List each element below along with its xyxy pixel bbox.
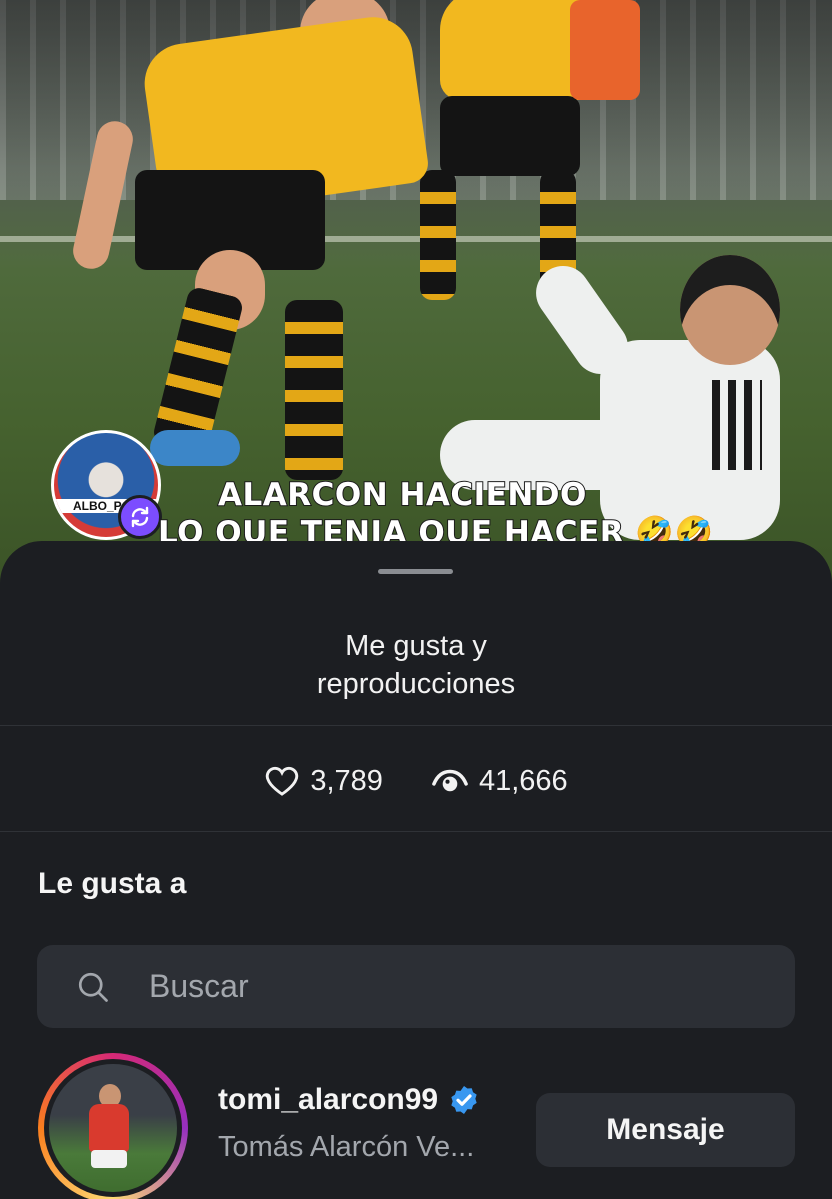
stats-row: 3,789 41,666 xyxy=(0,761,832,801)
likes-stat: 3,789 xyxy=(264,765,383,798)
background-player-shorts xyxy=(440,96,580,176)
liked-by-label: Le gusta a xyxy=(38,867,187,900)
heart-icon xyxy=(266,766,299,796)
username[interactable]: tomi_alarcon99 xyxy=(218,1083,438,1117)
user-full-name: Tomás Alarcón Ve... xyxy=(218,1131,475,1163)
verified-badge-icon xyxy=(451,1086,477,1114)
search-icon xyxy=(37,969,149,1005)
views-count: 41,666 xyxy=(478,764,568,797)
video-frame[interactable]: ALBO_POP ALARCON HACIENDO LO QUE TENIA Q… xyxy=(0,0,832,600)
background-player-leg xyxy=(420,170,456,300)
avatar xyxy=(49,1064,177,1192)
list-item[interactable]: tomi_alarcon99 Tomás Alarcón Ve... Mensa… xyxy=(0,1053,832,1199)
user-avatar-story-ring[interactable] xyxy=(38,1053,188,1199)
background-player-orange xyxy=(570,0,640,100)
divider-top xyxy=(0,725,832,726)
pitch-line xyxy=(0,236,832,242)
sliding-player-head xyxy=(680,255,780,365)
eye-icon xyxy=(432,769,468,792)
sheet-drag-handle[interactable] xyxy=(378,569,453,574)
sheet-title: Me gusta y reproducciones xyxy=(0,627,832,703)
player-boot xyxy=(150,430,240,466)
player-leg-2 xyxy=(285,300,343,480)
sliding-player-stripes xyxy=(712,380,762,470)
avatar-figure-shorts xyxy=(91,1150,127,1168)
username-line[interactable]: tomi_alarcon99 xyxy=(218,1083,480,1117)
divider-bottom xyxy=(0,831,832,832)
likes-count: 3,789 xyxy=(310,764,383,797)
search-bar[interactable] xyxy=(37,945,795,1028)
caption-line-1: ALARCON HACIENDO xyxy=(217,476,587,514)
likes-views-sheet: Me gusta y reproducciones 3,789 41,666 L… xyxy=(0,541,832,1199)
views-stat: 41,666 xyxy=(431,765,568,798)
avatar-figure-shirt xyxy=(89,1104,129,1152)
sheet-title-text: Me gusta y reproducciones xyxy=(316,630,516,700)
search-input[interactable] xyxy=(149,968,795,1005)
message-button[interactable]: Mensaje xyxy=(536,1093,795,1167)
